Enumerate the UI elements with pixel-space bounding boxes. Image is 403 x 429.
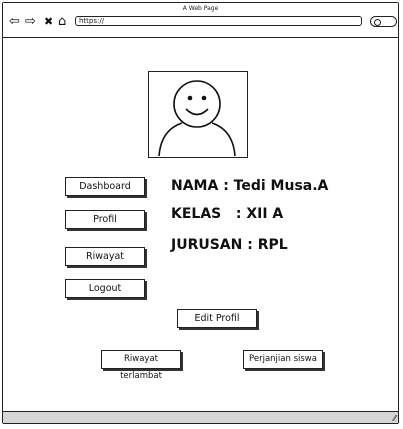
profile-picture bbox=[148, 71, 248, 158]
address-bar[interactable]: https:// bbox=[75, 16, 362, 26]
profil-button[interactable]: Profil bbox=[65, 210, 145, 229]
perjanjian-siswa-button[interactable]: Perjanjian siswa bbox=[243, 350, 323, 369]
home-icon[interactable]: ⌂ bbox=[58, 15, 66, 28]
profile-jurusan: JURUSAN : RPL bbox=[171, 237, 288, 253]
close-icon[interactable]: ✖ bbox=[44, 15, 53, 28]
browser-titlebar: A Web Page ⇦ ⇨ ✖ ⌂ https:// bbox=[3, 3, 398, 38]
user-avatar-icon bbox=[158, 80, 236, 157]
edit-profil-button[interactable]: Edit Profil bbox=[177, 309, 257, 328]
search-field[interactable] bbox=[370, 16, 397, 27]
forward-arrow-icon[interactable]: ⇨ bbox=[25, 15, 36, 28]
profile-nama: NAMA : Tedi Musa.A bbox=[171, 178, 329, 194]
profile-kelas: KELAS : XII A bbox=[171, 206, 284, 222]
browser-window: A Web Page ⇦ ⇨ ✖ ⌂ https:// Dashboard Pr… bbox=[2, 2, 399, 424]
resize-handle-icon[interactable]: ⁄⁄ bbox=[393, 414, 396, 423]
logout-button[interactable]: Logout bbox=[65, 279, 145, 298]
riwayat-terlambat-button[interactable]: Riwayat terlambat bbox=[101, 350, 181, 381]
status-bar: ⁄⁄ bbox=[3, 411, 398, 423]
dashboard-button[interactable]: Dashboard bbox=[65, 177, 145, 196]
window-title: A Web Page bbox=[182, 5, 219, 12]
back-arrow-icon[interactable]: ⇦ bbox=[9, 15, 20, 28]
riwayat-button[interactable]: Riwayat bbox=[65, 247, 145, 266]
search-icon bbox=[374, 18, 381, 26]
